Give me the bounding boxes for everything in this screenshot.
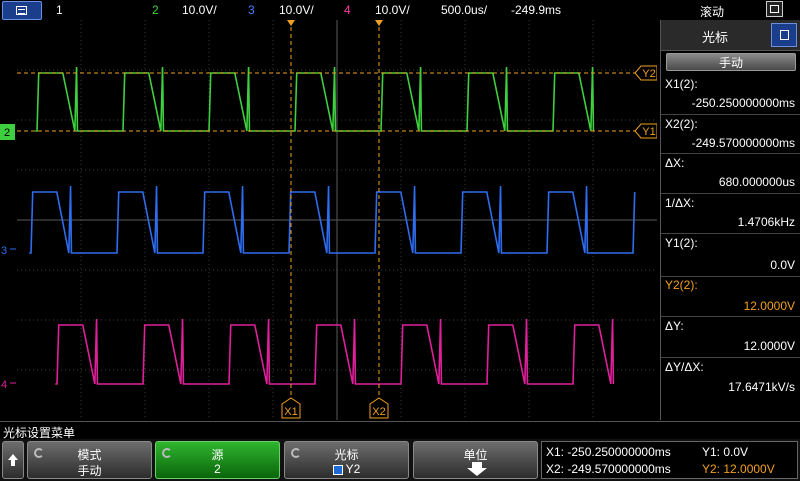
x1-tag-label: X1 (284, 406, 297, 418)
ch2-marker-label: 2 (4, 127, 10, 139)
ch4-scale: 10.0V/ (375, 3, 410, 17)
ch2-scale: 10.0V/ (182, 3, 217, 17)
inv-dx-value: 1.4706kHz (737, 215, 795, 229)
top-status-bar: 1 2 10.0V/ 3 10.0V/ 4 10.0V/ 500.0us/ -2… (0, 0, 800, 20)
y2-label: Y2(2): (665, 278, 698, 292)
mode-softkey-value: 手动 (77, 464, 102, 478)
y1-tag-label: Y1 (642, 126, 655, 138)
ch4-label[interactable]: 4 (344, 3, 351, 17)
time-delay[interactable]: -249.9ms (511, 3, 561, 17)
panel-divider (661, 357, 800, 358)
unit-softkey[interactable]: 单位 (413, 441, 538, 479)
cursor-softkey-value-wrap: Y2 (285, 462, 408, 476)
cursor-mode-button[interactable]: 手动 (666, 53, 796, 71)
panel-divider (661, 316, 800, 317)
x1-value: -250.250000000ms (691, 96, 795, 110)
x2-tag-label: X2 (372, 406, 385, 418)
cursor-readout-box: X1: -250.250000000ms X2: -249.570000000m… (541, 441, 798, 479)
cursor-softkey[interactable]: 光标 Y2 (284, 441, 409, 479)
down-arrow-icon (467, 462, 487, 476)
x1-label: X1(2): (665, 77, 698, 91)
panel-divider (661, 276, 800, 277)
panel-divider (661, 193, 800, 194)
dy-value: 12.0000V (743, 339, 795, 353)
cursor-panel: 光标 手动 X1(2): -250.250000000ms X2(2): -24… (660, 20, 800, 420)
waveform-display[interactable]: X1 X2 Y2 Y1 (17, 20, 657, 420)
main-menu-button[interactable] (2, 1, 42, 20)
dx-label: ΔX: (665, 156, 685, 170)
dydx-value: 17.6471kV/s (728, 380, 795, 394)
dydx-label: ΔY/ΔX: (665, 360, 704, 374)
panel-divider (661, 233, 800, 234)
menu-status-bar: 光标设置菜单 (0, 421, 800, 440)
cursor-swatch-icon (332, 464, 343, 475)
readout-y2: Y2: 12.0000V (702, 462, 775, 476)
source-softkey-value: 2 (214, 462, 221, 476)
source-softkey[interactable]: 源 2 (155, 441, 280, 479)
inv-dx-label: 1/ΔX: (665, 196, 695, 210)
ch4-marker-label: 4 (1, 379, 7, 391)
window-icon[interactable] (766, 1, 783, 17)
ch3-label[interactable]: 3 (248, 3, 255, 17)
ch2-ground-marker[interactable]: 2 (0, 124, 15, 140)
timebase-scale[interactable]: 500.0us/ (441, 3, 487, 17)
cursor-softkey-value: Y2 (345, 462, 361, 476)
cursor-softkey-title: 光标 (334, 448, 359, 462)
source-softkey-title: 源 (211, 448, 224, 462)
unit-softkey-title: 单位 (463, 448, 488, 462)
home-icon[interactable] (2, 441, 24, 479)
ch2-label[interactable]: 2 (152, 3, 159, 17)
y1-label: Y1(2): (665, 236, 698, 250)
y1-value: 0.0V (770, 258, 795, 272)
readout-y1: Y1: 0.0V (702, 445, 749, 459)
cursor-panel-header: 光标 (661, 20, 800, 51)
cursor-panel-title: 光标 (701, 30, 728, 45)
mode-softkey-title: 模式 (77, 448, 102, 462)
panel-divider (661, 114, 800, 115)
ch3-ground-marker[interactable]: 3 (1, 245, 16, 257)
panel-toggle-icon[interactable] (771, 23, 797, 47)
x2-value: -249.570000000ms (691, 136, 795, 150)
readout-x2: X2: -249.570000000ms (546, 462, 671, 476)
ch1-label[interactable]: 1 (56, 3, 63, 17)
x2-label: X2(2): (665, 117, 698, 131)
dx-value: 680.000000us (718, 175, 795, 189)
mode-softkey[interactable]: 模式 手动 (27, 441, 152, 479)
ch3-marker-label: 3 (1, 245, 7, 257)
ch4-ground-marker[interactable]: 4 (1, 379, 16, 391)
panel-divider (661, 153, 800, 154)
ch3-scale: 10.0V/ (279, 3, 314, 17)
y2-value: 12.0000V (743, 299, 795, 313)
dy-label: ΔY: (665, 319, 684, 333)
acquisition-mode: 滚动 (700, 5, 725, 19)
y2-tag-label: Y2 (642, 68, 655, 80)
channel-markers: 2 3 4 (0, 124, 16, 391)
readout-x1: X1: -250.250000000ms (546, 445, 671, 459)
softkey-bar: 模式 手动 源 2 光标 Y2 单位 X1: -250.250000000ms … (0, 439, 800, 481)
